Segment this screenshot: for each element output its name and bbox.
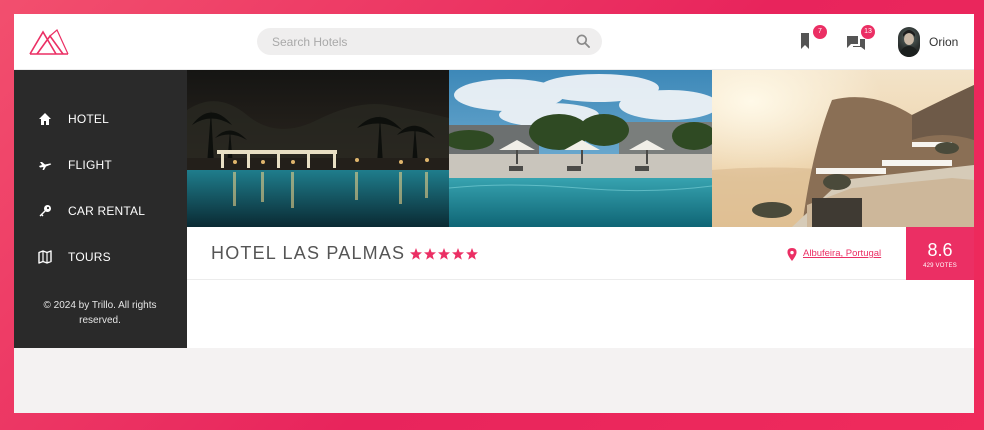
sidebar-item-car-rental[interactable]: CAR RENTAL [14,190,187,230]
bookmarks-button[interactable]: 7 [798,25,827,55]
hotel-name: HOTEL LAS PALMAS [211,243,406,263]
search-icon [576,34,590,48]
star-icon [410,248,422,260]
airplane-icon [38,158,52,172]
night-pool-image [187,70,449,227]
sidebar-item-label: HOTEL [68,112,110,126]
star-icon [424,248,436,260]
home-icon [38,112,52,126]
hotel-gallery [187,70,974,227]
rating-average: 8.6 [927,240,953,260]
user-photo [899,30,919,57]
trillo-logo[interactable] [29,28,69,56]
bookmarks-badge: 7 [813,25,827,39]
sidebar-item-hotel[interactable]: HOTEL [14,98,187,138]
star-rating [409,247,479,261]
sidebar: HOTEL FLIGHT CAR RENTAL TOURS © 2024 by … [14,70,187,348]
bookmark-icon [801,33,809,49]
header: 7 13 Orion [14,14,974,70]
sidebar-item-label: FLIGHT [68,158,112,172]
map-pin-icon [787,248,797,261]
overview-bar: HOTEL LAS PALMAS Albufeira, Portugal 8.6… [187,227,974,280]
avatar [898,27,920,57]
logo-icon [29,29,69,55]
user-name: Orion [929,35,959,49]
gallery-photo-2[interactable] [449,70,712,227]
search-input[interactable] [272,28,562,55]
sidebar-item-label: CAR RENTAL [68,204,146,218]
search-bar [257,28,602,55]
map-icon [38,250,52,264]
hotel-overview: HOTEL LAS PALMAS Albufeira, Portugal 8.6… [187,227,974,348]
legal-text: © 2024 by Trillo. All rights reserved. [43,300,157,326]
key-icon [38,204,52,218]
sidebar-item-label: TOURS [68,250,111,264]
star-icon [452,248,464,260]
rating-box: 8.6 429 VOTES [906,227,974,280]
rating-votes: 429 VOTES [923,263,957,269]
sidebar-item-flight[interactable]: FLIGHT [14,144,187,184]
sidebar-item-tours[interactable]: TOURS [14,236,187,276]
star-icon [438,248,450,260]
gallery-photo-1[interactable] [187,70,449,227]
location-link[interactable]: Albufeira, Portugal [803,248,881,259]
star-icon [466,248,478,260]
day-pool-image [449,70,712,227]
terrace-view-image [712,70,974,227]
app-window: 7 13 Orion HOTEL [14,14,974,413]
messages-button[interactable]: 13 [846,25,875,55]
search-button[interactable] [576,34,592,50]
messages-badge: 13 [861,25,875,39]
gallery-photo-3[interactable] [712,70,974,227]
